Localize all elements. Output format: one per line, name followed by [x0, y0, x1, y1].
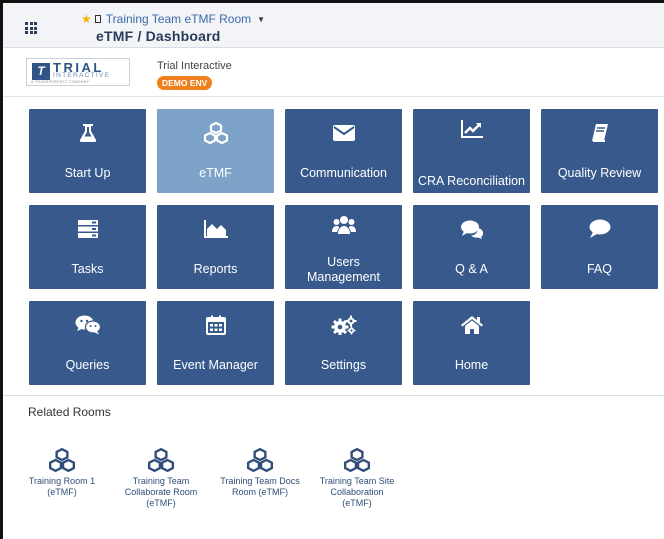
tile-start-up[interactable]: Start Up [29, 109, 146, 193]
wechat-icon [29, 313, 146, 337]
cubes-icon [220, 444, 300, 472]
cubes-icon [22, 444, 102, 472]
cubes-icon [317, 444, 397, 472]
server-icon [29, 217, 146, 241]
tile-label: Home [454, 358, 489, 372]
line-chart-icon [413, 117, 530, 141]
brand-row: T TRIAL INTERACTIVE A TRANSPERFECT COMPA… [3, 49, 664, 97]
related-room-item[interactable]: Training Team Docs Room (eTMF) [220, 444, 300, 498]
tile-label: Event Manager [173, 358, 258, 372]
tile-etmf[interactable]: eTMF [157, 109, 274, 193]
tile-label: Reports [193, 262, 238, 276]
tile-cra-reconciliation[interactable]: CRA Reconciliation [413, 109, 530, 193]
tile-reports[interactable]: Reports [157, 205, 274, 289]
apps-grid-icon[interactable] [25, 22, 37, 34]
room-selector[interactable]: ★ Training Team eTMF Room ▼ [81, 12, 265, 26]
comment-icon [541, 217, 658, 241]
tile-label: Quality Review [557, 166, 642, 180]
area-chart-icon [157, 217, 274, 241]
flask-icon [29, 121, 146, 145]
tile-tasks[interactable]: Tasks [29, 205, 146, 289]
tile-quality-review[interactable]: Quality Review [541, 109, 658, 193]
tile-q-and-a[interactable]: Q & A [413, 205, 530, 289]
calendar-icon [157, 313, 274, 337]
home-icon [413, 313, 530, 337]
related-rooms-title: Related Rooms [28, 405, 111, 419]
tile-event-manager[interactable]: Event Manager [157, 301, 274, 385]
tile-label: Start Up [64, 166, 111, 180]
tile-settings[interactable]: Settings [285, 301, 402, 385]
document-icon [94, 15, 101, 23]
tile-label: eTMF [199, 166, 232, 180]
cubes-icon [121, 444, 201, 472]
tile-label: Communication [300, 166, 387, 180]
related-room-label: Training Room 1 (eTMF) [28, 476, 96, 497]
top-bar: ★ Training Team eTMF Room ▼ eTMF / Dashb… [3, 3, 664, 48]
tile-communication[interactable]: Communication [285, 109, 402, 193]
users-icon [285, 213, 402, 237]
tile-label: Queries [65, 358, 110, 372]
organization-name: Trial Interactive [157, 60, 232, 72]
logo-subtext: INTERACTIVE [53, 72, 111, 79]
tile-label: Tasks [71, 262, 104, 276]
related-room-item[interactable]: Training Team Site Collaboration (eTMF) [317, 444, 397, 509]
trial-interactive-logo: T TRIAL INTERACTIVE A TRANSPERFECT COMPA… [26, 58, 130, 86]
caret-down-icon[interactable]: ▼ [257, 15, 265, 24]
tile-label: FAQ [586, 262, 612, 276]
tile-users-management[interactable]: Users Management [285, 205, 402, 289]
breadcrumb: eTMF / Dashboard [96, 28, 221, 44]
related-room-label: Training Team Docs Room (eTMF) [220, 476, 300, 497]
star-icon[interactable]: ★ [81, 12, 92, 26]
tile-label: Settings [320, 358, 367, 372]
comments-icon [413, 217, 530, 241]
cubes-icon [157, 121, 274, 145]
logo-mark-icon: T [32, 63, 50, 80]
room-name: Training Team eTMF Room [105, 12, 252, 26]
tile-faq[interactable]: FAQ [541, 205, 658, 289]
logo-tagline: A TRANSPERFECT COMPANY [31, 80, 90, 84]
tile-queries[interactable]: Queries [29, 301, 146, 385]
environment-badge: DEMO ENV [157, 76, 213, 90]
tile-label: CRA Reconciliation [418, 174, 525, 188]
tile-home[interactable]: Home [413, 301, 530, 385]
section-divider [3, 395, 664, 396]
cogs-icon [285, 313, 402, 337]
related-room-label: Training Team Collaborate Room (eTMF) [124, 476, 198, 508]
tile-label: Q & A [455, 262, 488, 276]
envelope-icon [285, 121, 402, 145]
related-room-item[interactable]: Training Room 1 (eTMF) [22, 444, 102, 498]
related-room-item[interactable]: Training Team Collaborate Room (eTMF) [121, 444, 201, 509]
book-icon [541, 121, 658, 145]
tile-label: Users Management [307, 255, 380, 284]
related-room-label: Training Team Site Collaboration (eTMF) [319, 476, 395, 508]
